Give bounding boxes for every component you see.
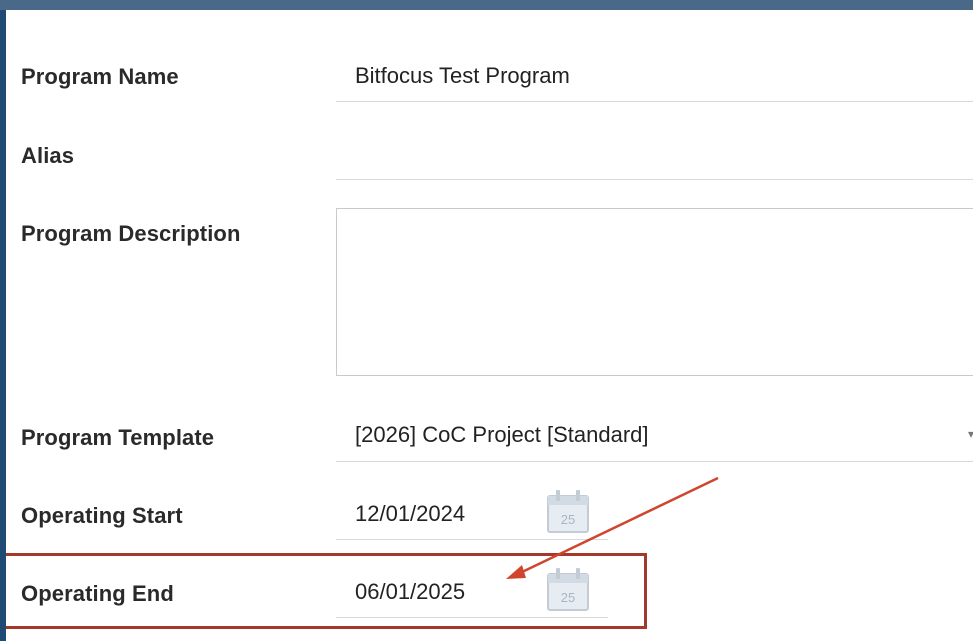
- calendar-icon[interactable]: 25: [546, 488, 590, 534]
- chevron-down-icon[interactable]: ▾: [968, 427, 973, 441]
- program-name-value: Bitfocus Test Program: [355, 63, 570, 88]
- annotation-highlight-box: [6, 553, 647, 629]
- alias-label: Alias: [21, 143, 75, 168]
- program-name-label: Program Name: [21, 64, 179, 89]
- program-template-value: [2026] CoC Project [Standard]: [355, 422, 649, 447]
- program-description-textarea[interactable]: [336, 208, 973, 376]
- program-description-label: Program Description: [21, 221, 241, 246]
- calendar-day-text: 25: [561, 512, 575, 527]
- program-name-field[interactable]: Bitfocus Test Program: [336, 48, 973, 102]
- operating-start-value: 12/01/2024: [355, 501, 466, 526]
- program-template-select[interactable]: [2026] CoC Project [Standard] ▾: [336, 407, 973, 462]
- program-template-label: Program Template: [21, 425, 215, 450]
- window-top-strip: [0, 0, 973, 10]
- alias-field[interactable]: [336, 130, 973, 180]
- program-form-panel: Program Name Bitfocus Test Program Alias…: [6, 10, 973, 641]
- operating-start-label: Operating Start: [21, 503, 183, 528]
